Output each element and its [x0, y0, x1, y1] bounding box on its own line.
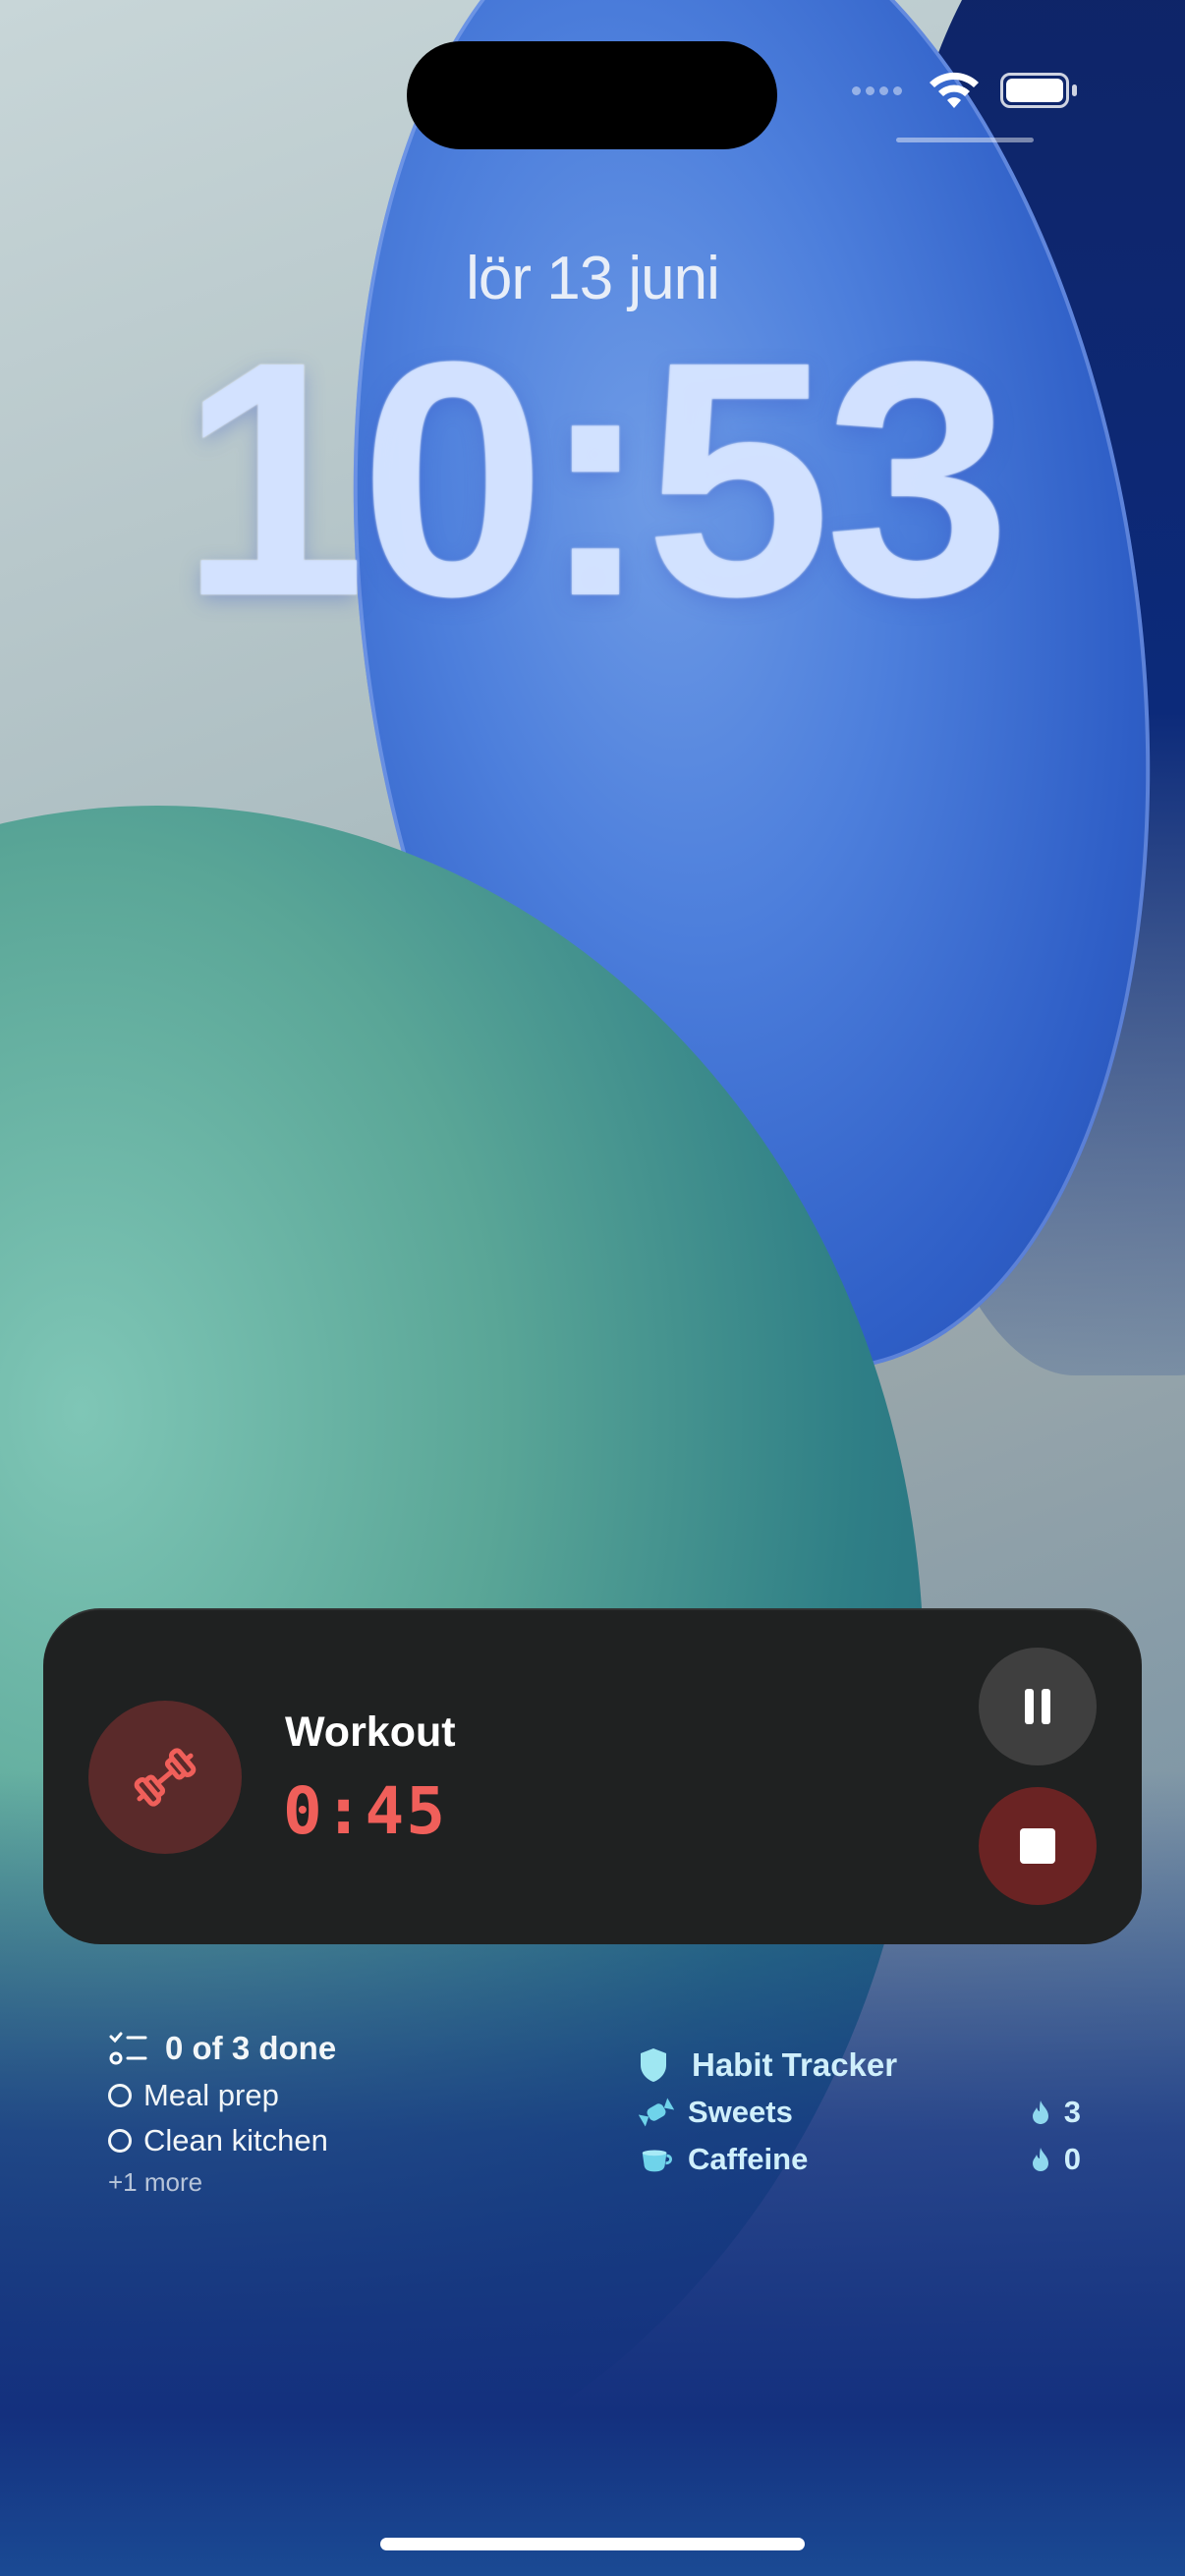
cup-icon — [639, 2145, 674, 2174]
habit-row[interactable]: Sweets 3 — [639, 2089, 1081, 2136]
unchecked-circle-icon[interactable] — [108, 2084, 132, 2107]
habit-streak-count: 0 — [1063, 2142, 1081, 2176]
habit-title: Habit Tracker — [692, 2046, 898, 2083]
habit-widget[interactable]: Habit Tracker Sweets 3 Caffeine 0 — [639, 2042, 1081, 2183]
todo-item[interactable]: Meal prep — [108, 2073, 336, 2118]
battery-icon — [1000, 73, 1079, 108]
flame-icon — [1032, 2148, 1048, 2171]
status-indicator-line — [896, 138, 1034, 142]
flame-icon — [1032, 2100, 1048, 2124]
habit-name: Sweets — [688, 2095, 793, 2129]
dumbbell-icon — [88, 1701, 242, 1854]
checklist-icon — [109, 2032, 147, 2065]
dynamic-island[interactable] — [407, 41, 777, 149]
todo-more: +1 more — [108, 2167, 203, 2197]
todo-widget[interactable]: 0 of 3 done Meal prep Clean kitchen +1 m… — [108, 2024, 336, 2198]
pause-button[interactable] — [979, 1648, 1097, 1765]
todo-item-label: Meal prep — [143, 2078, 279, 2112]
todo-item[interactable]: Clean kitchen — [108, 2118, 336, 2163]
lock-clock: 10:53 — [180, 293, 1011, 666]
stop-button[interactable] — [979, 1787, 1097, 1905]
home-indicator[interactable] — [380, 2538, 805, 2550]
wifi-icon — [930, 72, 979, 108]
stop-icon — [1020, 1828, 1055, 1864]
todo-summary: 0 of 3 done — [165, 2030, 337, 2066]
habit-streak: 0 — [1031, 2142, 1081, 2177]
cellular-dots-icon — [852, 85, 902, 95]
todo-header: 0 of 3 done — [108, 2024, 336, 2073]
pause-icon — [1025, 1689, 1050, 1724]
activity-timer: 0:45 — [283, 1773, 447, 1849]
habit-header: Habit Tracker — [639, 2042, 1081, 2089]
status-bar — [852, 71, 1079, 110]
workout-live-activity[interactable]: Workout 0:45 — [43, 1608, 1142, 1944]
candy-icon — [639, 2097, 674, 2128]
habit-name: Caffeine — [688, 2142, 809, 2176]
shield-icon — [641, 2048, 666, 2082]
habit-streak: 3 — [1031, 2095, 1081, 2130]
activity-title: Workout — [285, 1708, 456, 1756]
habit-streak-count: 3 — [1063, 2095, 1081, 2129]
unchecked-circle-icon[interactable] — [108, 2129, 132, 2153]
habit-row[interactable]: Caffeine 0 — [639, 2136, 1081, 2183]
todo-item-label: Clean kitchen — [143, 2123, 328, 2157]
